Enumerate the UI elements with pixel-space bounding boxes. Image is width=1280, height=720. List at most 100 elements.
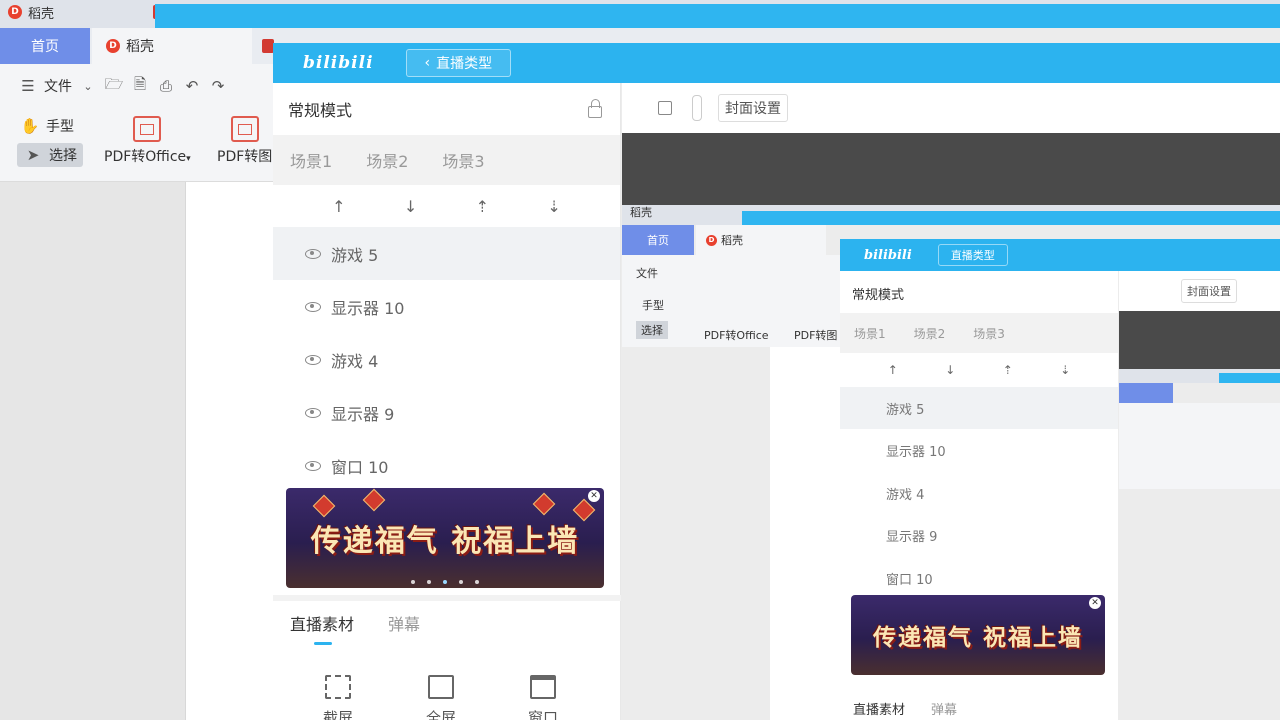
- nested-source: 窗口 10: [886, 573, 933, 588]
- save-icon[interactable]: 🗎: [130, 75, 150, 95]
- wps-home-tab[interactable]: 首页: [0, 28, 90, 64]
- window-icon: [530, 675, 556, 699]
- banner-text: 传递福气 祝福上墙: [310, 524, 580, 559]
- close-icon: ✕: [1089, 597, 1101, 609]
- material-tabs: 直播素材 弹幕: [273, 611, 420, 645]
- hamburger-icon[interactable]: ☰: [18, 77, 38, 95]
- source-item[interactable]: 显示器 9: [273, 386, 620, 439]
- wps-app-tab[interactable]: D 稻壳: [0, 0, 62, 24]
- move-to-bottom-icon[interactable]: ⇣: [547, 197, 560, 216]
- nested-mode-title: 常规模式: [852, 288, 905, 303]
- pdf-image-icon: [230, 116, 259, 142]
- nested-cover-settings: 封面设置: [1181, 279, 1237, 303]
- source-label: 显示器 9: [331, 404, 395, 424]
- live-type-button[interactable]: ‹ 直播类型: [405, 49, 512, 77]
- edit-icon[interactable]: [658, 101, 672, 115]
- chevron-left-icon: ‹: [424, 55, 431, 71]
- source-item[interactable]: 游戏 5: [273, 227, 620, 280]
- daoke-logo-icon: D: [706, 234, 717, 246]
- nested-preview-toolbar: 封面设置: [1119, 271, 1280, 311]
- eye-icon[interactable]: [305, 301, 321, 312]
- nested-banner-text: 传递福气 祝福上墙: [872, 625, 1083, 651]
- carousel-dot[interactable]: [443, 580, 447, 584]
- pdf-to-office-label: PDF转Office: [104, 149, 187, 165]
- nested-file-menu: 文件: [636, 267, 658, 280]
- wps-daoke-tab[interactable]: D 稻壳: [92, 28, 252, 64]
- window-material[interactable]: 窗口: [528, 675, 558, 720]
- nested-source: 游戏 4: [886, 488, 925, 503]
- lock-icon[interactable]: [588, 99, 602, 118]
- nested-toolbar: 文件 手型 选择 PDF转Office PDF转图: [622, 255, 842, 347]
- fullscreen-material[interactable]: 全屏: [426, 675, 456, 720]
- material-label: 全屏: [426, 709, 457, 720]
- nested-material-tabs: 直播素材 弹幕: [853, 699, 957, 718]
- undo-icon[interactable]: ↶: [182, 77, 202, 95]
- nested-scene-panel: 常规模式 场景1 场景2 场景3 ↑ ↓ ⇡ ⇣ 游戏 5 显示器 10 游戏 4 显…: [840, 271, 1118, 720]
- source-label: 游戏 5: [331, 245, 379, 265]
- source-item[interactable]: 窗口 10: [273, 439, 620, 492]
- carousel-dot[interactable]: [459, 580, 463, 584]
- eye-icon[interactable]: [305, 248, 321, 259]
- source-label: 游戏 4: [331, 351, 379, 371]
- crop-icon: [325, 675, 351, 699]
- wps-toolbar: ☰ 文件 ⌄ 🗁 🗎 ⎙ ↶ ↷ ✋ 手型 ➤ 选择 PDF转Office▾ P…: [0, 64, 280, 182]
- carousel-dot[interactable]: [411, 580, 415, 584]
- close-icon[interactable]: ✕: [588, 490, 600, 502]
- source-label: 窗口 10: [331, 457, 389, 477]
- nested-banner: 传递福气 祝福上墙 ✕: [851, 595, 1105, 675]
- source-item[interactable]: 显示器 10: [273, 280, 620, 333]
- nested-sort-row: ↑ ↓ ⇡ ⇣: [887, 363, 1071, 377]
- file-menu[interactable]: 文件: [44, 76, 72, 96]
- tab-scene-1[interactable]: 场景1: [290, 148, 332, 172]
- nested-scene-tab: 场景1: [854, 326, 886, 341]
- source-item[interactable]: 游戏 4: [273, 333, 620, 386]
- arrow-down-icon[interactable]: ↓: [404, 197, 417, 216]
- open-folder-icon[interactable]: 🗁: [104, 75, 124, 95]
- nested-active-row: [840, 387, 1118, 429]
- wps-home-tab-label: 首页: [31, 39, 59, 55]
- eye-icon[interactable]: [305, 407, 321, 418]
- nested-hand-tool: 手型: [642, 299, 664, 312]
- material-label: 截屏: [323, 709, 354, 720]
- sort-toolbar: ↑ ↓ ⇡ ⇣: [273, 185, 620, 227]
- toggle-pill[interactable]: [692, 95, 702, 121]
- nested-pdf-image: PDF转图: [794, 329, 838, 342]
- nested-bili-header: bilibili 直播类型: [840, 239, 1280, 271]
- hand-icon: ✋: [20, 117, 40, 135]
- ghost-bili-header: [155, 4, 1280, 28]
- pdf-to-image-button[interactable]: PDF转图: [217, 116, 272, 166]
- move-to-top-icon[interactable]: ⇡: [476, 197, 489, 216]
- chevron-down-icon[interactable]: ⌄: [78, 77, 98, 95]
- tab-scene-3[interactable]: 场景3: [442, 148, 484, 172]
- hand-tool-button[interactable]: ✋ 手型: [20, 116, 74, 136]
- promo-banner[interactable]: 传递福气 祝福上墙 ✕: [286, 488, 604, 588]
- tab-danmaku[interactable]: 弹幕: [388, 611, 420, 635]
- source-label: 显示器 10: [331, 298, 405, 318]
- cover-settings-button[interactable]: 封面设置: [718, 94, 788, 122]
- print-icon[interactable]: ⎙: [156, 77, 176, 95]
- banner-dots: [286, 580, 604, 584]
- eye-icon[interactable]: [305, 354, 321, 365]
- pdf-to-office-button[interactable]: PDF转Office▾: [104, 116, 191, 166]
- nested-source: 游戏 5: [886, 403, 925, 418]
- nested-live-type: 直播类型: [937, 244, 1008, 266]
- cursor-icon: ➤: [26, 146, 40, 164]
- carousel-dot[interactable]: [475, 580, 479, 584]
- select-tool-button[interactable]: ➤ 选择: [17, 143, 83, 167]
- nested-material-tab: 直播素材: [853, 703, 906, 718]
- source-list: 游戏 5 显示器 10 游戏 4 显示器 9 窗口 10: [273, 227, 620, 492]
- pdf-convert-icon: [133, 116, 162, 142]
- tab-live-material[interactable]: 直播素材: [290, 611, 354, 645]
- nested-scene-tab: 场景3: [973, 326, 1005, 341]
- carousel-dot[interactable]: [427, 580, 431, 584]
- nested-scene-tab: 场景2: [913, 326, 946, 341]
- redo-icon[interactable]: ↷: [208, 77, 228, 95]
- nested-danmaku-tab: 弹幕: [931, 703, 958, 718]
- scene-panel: 常规模式 场景1 场景2 场景3 ↑ ↓ ⇡ ⇣ 游戏 5 显示器 10 游戏 …: [273, 83, 621, 720]
- monitor-icon: [428, 675, 454, 699]
- arrow-up-icon[interactable]: ↑: [332, 197, 345, 216]
- tab-scene-2[interactable]: 场景2: [366, 148, 408, 172]
- eye-icon[interactable]: [305, 460, 321, 471]
- screenshot-material[interactable]: 截屏: [323, 675, 353, 720]
- nested-source: 显示器 9: [886, 530, 938, 545]
